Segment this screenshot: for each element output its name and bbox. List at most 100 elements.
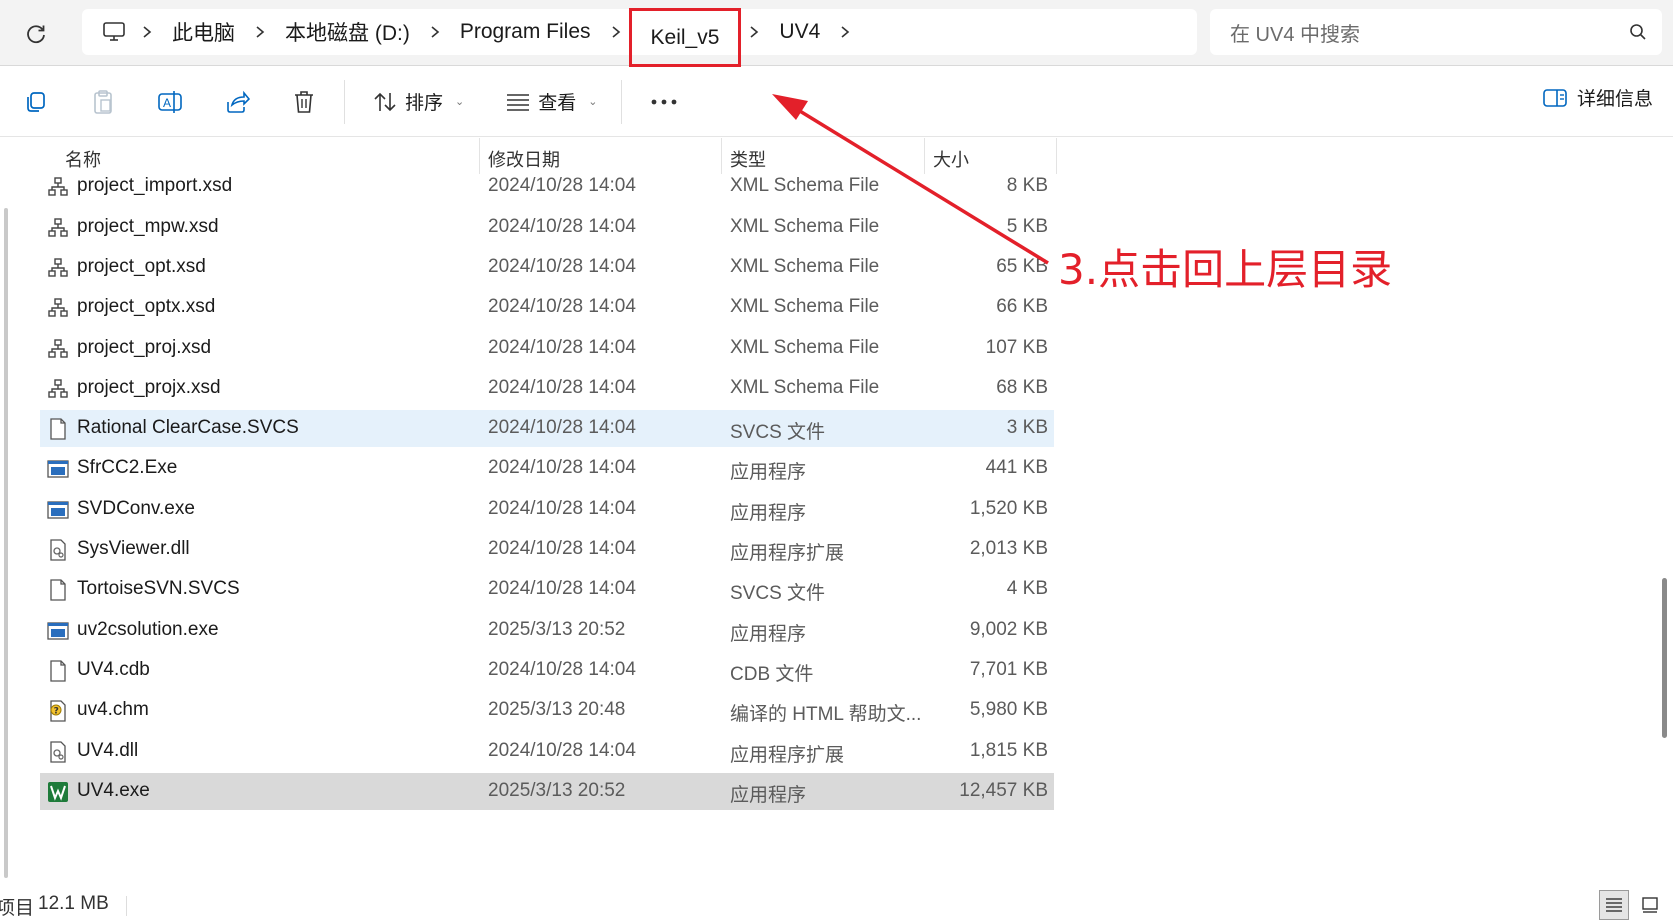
chevron-down-icon: ⌄ xyxy=(588,96,598,108)
file-row[interactable]: UV4.cdb 2024/10/28 14:04 CDB 文件 7,701 KB xyxy=(40,652,1054,689)
status-divider xyxy=(126,896,127,916)
file-type: SVCS 文件 xyxy=(730,422,826,444)
left-scroll-indicator[interactable] xyxy=(4,208,8,878)
column-divider[interactable] xyxy=(479,138,480,174)
file-type: XML Schema File xyxy=(730,255,880,277)
file-size: 5 KB xyxy=(1006,215,1048,237)
file-modified-date: 2024/10/28 14:04 xyxy=(488,497,636,519)
exe-icon xyxy=(47,457,69,481)
search-box[interactable]: 在 UV4 中搜索 xyxy=(1210,9,1662,55)
file-type: 应用程序扩展 xyxy=(730,744,845,766)
view-list-icon xyxy=(507,93,530,111)
vertical-scrollbar-thumb[interactable] xyxy=(1662,578,1667,738)
file-row[interactable]: project_projx.xsd 2024/10/28 14:04 XML Sch… xyxy=(40,370,1054,407)
column-header-type[interactable]: 类型 xyxy=(730,146,766,172)
column-divider[interactable] xyxy=(924,138,925,174)
column-header-size[interactable]: 大小 xyxy=(933,146,969,172)
file-name: project_opt.xsd xyxy=(77,255,206,277)
svg-text:A: A xyxy=(163,96,171,110)
chevron-right-icon[interactable] xyxy=(247,9,273,55)
file-modified-date: 2024/10/28 14:04 xyxy=(488,255,636,277)
chevron-right-icon[interactable] xyxy=(603,9,629,55)
file-row[interactable]: uv2csolution.exe 2025/3/13 20:52 应用程序 9,002… xyxy=(40,612,1054,649)
search-input[interactable]: 在 UV4 中搜索 xyxy=(1230,18,1614,47)
file-size: 1,815 KB xyxy=(969,739,1048,761)
this-pc-root-button[interactable] xyxy=(100,9,134,55)
more-options-button[interactable] xyxy=(640,82,688,122)
file-row[interactable]: UV4.exe 2025/3/13 20:52 应用程序 12,457 KB xyxy=(40,772,1054,810)
file-name: SysViewer.dll xyxy=(77,538,190,559)
blank-file-icon xyxy=(47,578,69,602)
file-row[interactable]: SysViewer.dll 2024/10/28 14:04 应用程序扩展 2,013… xyxy=(40,531,1054,568)
file-row[interactable]: project_optx.xsd 2024/10/28 14:04 XML Sche… xyxy=(40,289,1054,326)
breadcrumb-item-this-pc[interactable]: 此电脑 xyxy=(160,9,247,55)
column-divider[interactable] xyxy=(721,138,722,174)
file-modified-date: 2024/10/28 14:04 xyxy=(488,417,636,439)
search-icon xyxy=(1630,24,1646,40)
file-modified-date: 2024/10/28 14:04 xyxy=(488,578,636,600)
details-pane-button[interactable]: 详细信息 xyxy=(1543,84,1653,111)
sort-button[interactable]: 排序 ⌄ xyxy=(363,82,474,122)
file-modified-date: 2024/10/28 14:04 xyxy=(488,739,636,761)
column-divider[interactable] xyxy=(1056,138,1057,174)
file-list: project_guix.xsd2024/10/28 14:04XML Sche… xyxy=(0,138,1673,894)
copy-button[interactable] xyxy=(18,84,54,120)
file-name: uv2csolution.exe xyxy=(77,618,219,640)
dll-icon xyxy=(47,538,69,562)
file-row[interactable]: project_mpw.xsd 2024/10/28 14:04 XML Schem… xyxy=(40,209,1054,246)
file-type: XML Schema File xyxy=(730,175,880,197)
file-name: SVDConv.exe xyxy=(77,497,195,519)
file-row[interactable]: SfrCC2.Exe 2024/10/28 14:04 应用程序 441 KB xyxy=(40,450,1054,487)
more-icon xyxy=(652,99,677,104)
file-name: UV4.cdb xyxy=(77,658,150,680)
status-item-count: 项目 xyxy=(0,898,35,919)
file-type: CDB 文件 xyxy=(730,663,814,685)
file-row[interactable]: Rational ClearCase.SVCS 2024/10/28 14:04 S… xyxy=(40,410,1054,448)
breadcrumb-item-keil-v5[interactable]: Keil_v5 xyxy=(628,8,742,67)
refresh-icon xyxy=(27,25,45,44)
paste-icon xyxy=(94,89,112,114)
rename-icon: A xyxy=(158,90,182,113)
breadcrumb[interactable]: 此电脑 本地磁盘 (D:) Program Files Keil_v5 UV4 xyxy=(82,8,1197,67)
chevron-right-icon[interactable] xyxy=(422,9,448,55)
column-header-date[interactable]: 修改日期 xyxy=(488,146,560,172)
file-size: 3 KB xyxy=(1006,417,1048,439)
file-size: 441 KB xyxy=(985,457,1048,479)
breadcrumb-item-local-disk-d[interactable]: 本地磁盘 (D:) xyxy=(273,9,422,55)
file-row[interactable]: UV4.dll 2024/10/28 14:04 应用程序扩展 1,815 KB xyxy=(40,733,1054,770)
file-row[interactable]: project_opt.xsd 2024/10/28 14:04 XML Schem… xyxy=(40,249,1054,286)
view-mode-switch xyxy=(1599,890,1665,920)
search-button[interactable] xyxy=(1614,23,1662,41)
file-size: 8 KB xyxy=(1006,175,1048,197)
thumbnail-view-button[interactable] xyxy=(1635,890,1665,920)
breadcrumb-item-uv4[interactable]: UV4 xyxy=(767,9,832,55)
file-row[interactable]: TortoiseSVN.SVCS 2024/10/28 14:04 SVCS 文件 4… xyxy=(40,571,1054,608)
share-button[interactable] xyxy=(219,84,255,120)
file-row[interactable]: SVDConv.exe 2024/10/28 14:04 应用程序 1,520 KB xyxy=(40,491,1054,528)
file-modified-date: 2025/3/13 20:52 xyxy=(488,779,626,801)
file-type: XML Schema File xyxy=(730,336,880,358)
rename-button[interactable]: A xyxy=(152,84,188,120)
chm-icon: ? xyxy=(47,699,69,723)
toolbar-divider xyxy=(344,79,345,124)
breadcrumb-item-program-files[interactable]: Program Files xyxy=(448,9,603,55)
file-type: 应用程序 xyxy=(730,502,807,524)
delete-button[interactable] xyxy=(286,84,322,120)
refresh-button[interactable] xyxy=(18,16,54,52)
file-row[interactable]: ? uv4.chm 2025/3/13 20:48 编译的 HTML 帮助文... 5,… xyxy=(40,692,1054,729)
view-button[interactable]: 查看 ⌄ xyxy=(496,82,607,122)
xsd-icon xyxy=(47,377,69,401)
xsd-icon xyxy=(47,256,69,280)
file-row[interactable]: project_proj.xsd 2024/10/28 14:04 XML Sche… xyxy=(40,330,1054,367)
details-view-button[interactable] xyxy=(1599,890,1629,920)
file-size: 4 KB xyxy=(1006,578,1048,600)
file-name: UV4.exe xyxy=(77,779,150,801)
chevron-right-icon[interactable] xyxy=(134,9,160,55)
file-modified-date: 2024/10/28 14:04 xyxy=(488,658,636,680)
chevron-right-icon[interactable] xyxy=(832,9,858,55)
paste-button[interactable] xyxy=(85,84,121,120)
chevron-right-icon[interactable] xyxy=(741,9,767,55)
file-modified-date: 2024/10/28 14:04 xyxy=(488,175,636,197)
column-header-name[interactable]: 名称 xyxy=(65,146,101,172)
file-modified-date: 2024/10/28 14:04 xyxy=(488,215,636,237)
